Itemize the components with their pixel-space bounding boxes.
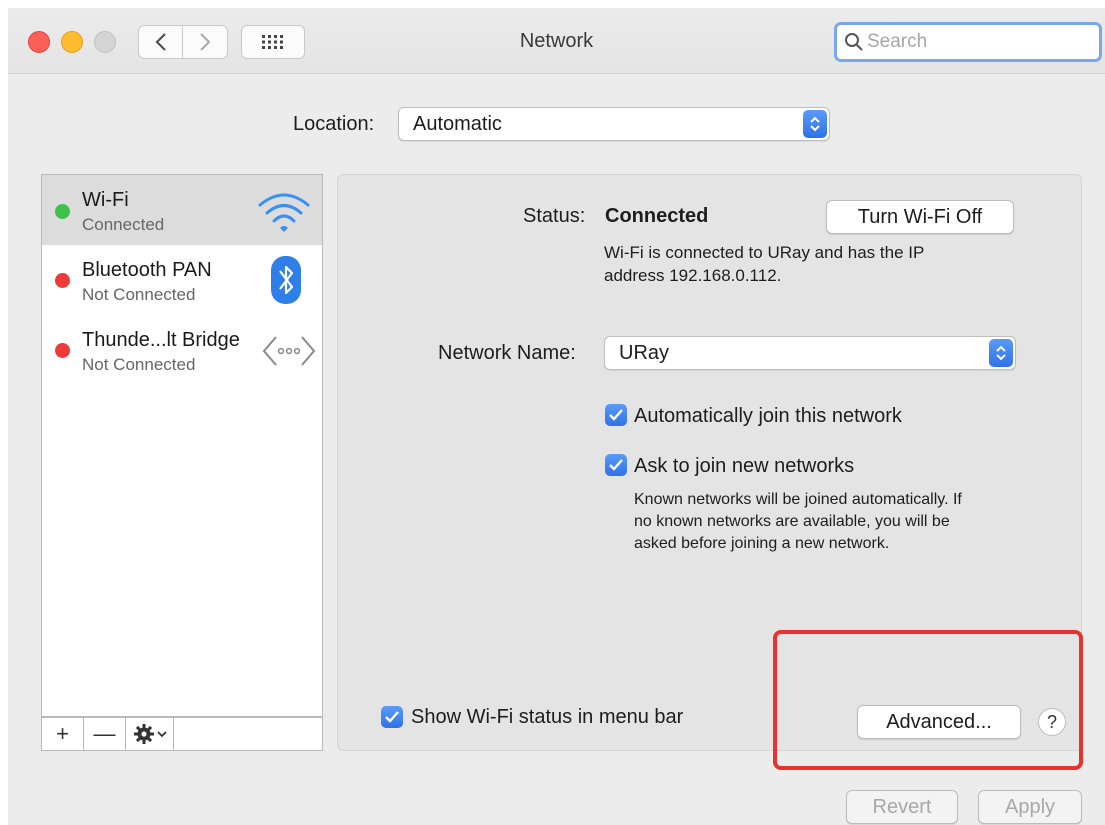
status-description-line: address 192.168.0.112. <box>604 266 782 285</box>
ask-join-note-line: Known networks will be joined automatica… <box>634 491 962 508</box>
ask-join-note-line: no known networks are available, you wil… <box>634 513 950 530</box>
status-label: Status: <box>523 205 586 227</box>
checkmark-icon <box>609 409 623 421</box>
ask-join-checkbox[interactable] <box>605 454 627 476</box>
search-icon <box>845 33 863 51</box>
highlight-box <box>773 630 1083 770</box>
service-item-wifi[interactable]: Wi-Fi Connected <box>42 175 322 245</box>
checkmark-icon <box>385 711 399 723</box>
status-dot-not-connected <box>55 343 70 358</box>
popup-stepper-icon <box>989 339 1013 367</box>
auto-join-checkbox[interactable] <box>605 404 627 426</box>
chevron-down-icon <box>156 731 167 738</box>
title-bar: Network <box>8 8 1105 74</box>
service-list: Wi-Fi Connected Bluetooth PAN Not Connec… <box>41 174 323 717</box>
status-value: Connected <box>605 205 709 227</box>
ethernet-bridge-icon <box>262 336 316 366</box>
wifi-icon <box>258 193 310 232</box>
service-name: Bluetooth PAN <box>82 259 212 281</box>
service-actions-button[interactable] <box>126 718 174 750</box>
network-name-value: URay <box>619 342 670 364</box>
network-name-label: Network Name: <box>438 342 576 364</box>
status-dot-connected <box>55 204 70 219</box>
network-preferences-window: Network Location: Automatic Wi-Fi Connec… <box>8 8 1105 825</box>
turn-wifi-off-button[interactable]: Turn Wi-Fi Off <box>826 200 1014 234</box>
remove-service-button[interactable]: — <box>84 718 126 750</box>
show-status-label[interactable]: Show Wi-Fi status in menu bar <box>411 706 683 729</box>
search-field[interactable] <box>834 22 1102 62</box>
gear-icon <box>133 724 154 744</box>
service-item-bluetooth-pan[interactable]: Bluetooth PAN Not Connected <box>42 247 322 317</box>
location-value: Automatic <box>413 113 502 135</box>
revert-button[interactable]: Revert <box>846 790 958 824</box>
ask-join-note-line: asked before joining a new network. <box>634 535 890 552</box>
service-name: Thunde...lt Bridge <box>82 329 240 351</box>
status-description: Wi-Fi is connected to URay and has the I… <box>604 241 924 287</box>
service-status: Not Connected <box>82 285 196 304</box>
bluetooth-icon <box>271 256 301 304</box>
search-input[interactable] <box>867 31 1087 53</box>
popup-stepper-icon <box>803 110 827 138</box>
service-status: Connected <box>82 215 165 234</box>
checkmark-icon <box>609 459 623 471</box>
show-status-checkbox[interactable] <box>381 706 403 728</box>
apply-button[interactable]: Apply <box>978 790 1082 824</box>
service-list-toolbar: + — <box>41 717 323 751</box>
service-status: Not Connected <box>82 355 196 374</box>
location-popup[interactable]: Automatic <box>398 107 830 141</box>
location-label: Location: <box>293 113 375 135</box>
network-name-popup[interactable]: URay <box>604 336 1016 370</box>
auto-join-label[interactable]: Automatically join this network <box>634 405 902 428</box>
service-item-thunderbolt-bridge[interactable]: Thunde...lt Bridge Not Connected <box>42 317 322 387</box>
status-description-line: Wi-Fi is connected to URay and has the I… <box>604 243 925 262</box>
add-service-button[interactable]: + <box>42 718 84 750</box>
ask-join-note: Known networks will be joined automatica… <box>634 489 962 555</box>
ask-join-label[interactable]: Ask to join new networks <box>634 455 854 478</box>
status-dot-not-connected <box>55 273 70 288</box>
service-name: Wi-Fi <box>82 189 129 211</box>
